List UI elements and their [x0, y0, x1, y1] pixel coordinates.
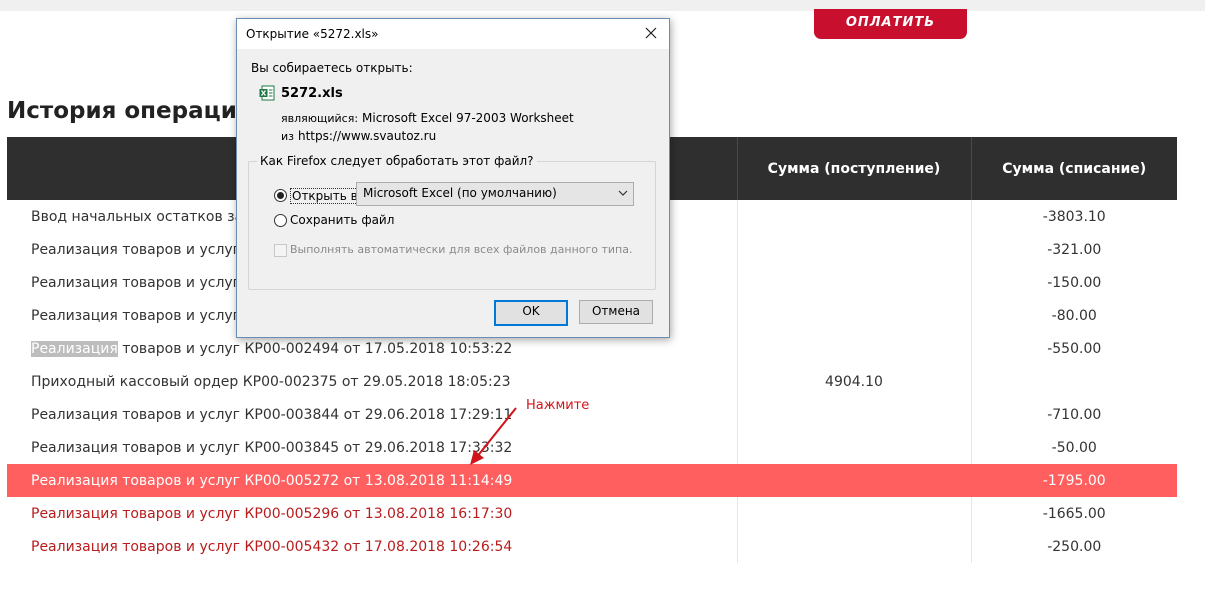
row-expense: -150.00: [970, 266, 1177, 299]
file-source-row: из https://www.svautoz.ru: [281, 129, 436, 143]
row-income: [736, 299, 971, 332]
application-select[interactable]: Microsoft Excel (по умолчанию): [356, 182, 634, 206]
row-income: [736, 266, 971, 299]
column-header-income: Сумма (поступление): [736, 137, 971, 200]
file-type-value: Microsoft Excel 97-2003 Worksheet: [362, 111, 574, 125]
table-row[interactable]: Реализация товаров и услуг КР00-005296 о…: [7, 497, 1177, 530]
page-title: История операций: [7, 98, 253, 124]
row-description: Реализация товаров и услуг КР00-003845 о…: [31, 439, 513, 456]
row-income: [736, 332, 971, 365]
action-group-legend: Как Firefox следует обработать этот файл…: [257, 154, 537, 168]
file-source-label: из: [281, 130, 294, 143]
auto-action-label: Выполнять автоматически для всех файлов …: [290, 243, 633, 256]
row-income: 4904.10: [736, 365, 971, 398]
row-expense: -80.00: [970, 299, 1177, 332]
column-header-expense: Сумма (списание): [970, 137, 1177, 200]
row-income: [736, 200, 971, 233]
table-row[interactable]: Реализация товаров и услуг КР00-005432 о…: [7, 530, 1177, 563]
row-expense: -250.00: [970, 530, 1177, 563]
table-row[interactable]: Реализация товаров и услуг КР00-003844 о…: [7, 398, 1177, 431]
top-bar: [0, 0, 1205, 11]
row-income: [736, 530, 971, 563]
file-source-value: https://www.svautoz.ru: [298, 129, 437, 143]
row-income: [736, 464, 971, 497]
row-description-rest: товаров и услуг КР00-002494 от 17.05.201…: [117, 340, 513, 357]
table-row[interactable]: Приходный кассовый ордер КР00-002375 от …: [7, 365, 1177, 398]
open-with-label[interactable]: Открыть в: [290, 188, 360, 204]
auto-action-checkbox[interactable]: [274, 244, 287, 257]
row-income: [736, 431, 971, 464]
table-row-highlighted[interactable]: Реализация товаров и услуг КР00-005272 о…: [7, 464, 1177, 497]
chevron-down-icon: [618, 190, 628, 196]
row-income: [736, 233, 971, 266]
close-icon[interactable]: [641, 23, 661, 43]
row-expense: -1795.00: [970, 464, 1177, 497]
row-income: [736, 398, 971, 431]
action-group: Как Firefox следует обработать этот файл…: [248, 154, 656, 290]
pay-button[interactable]: ОПЛАТИТЬ: [814, 9, 967, 39]
ok-button[interactable]: OK: [494, 300, 568, 326]
row-description: Приходный кассовый ордер КР00-002375 от …: [31, 373, 511, 390]
save-file-radio[interactable]: [274, 214, 287, 227]
open-with-radio[interactable]: [274, 189, 287, 202]
file-name: 5272.xls: [281, 86, 343, 101]
dialog-titlebar: Открытие «5272.xls»: [237, 19, 669, 49]
callout-text: Нажмите: [526, 398, 590, 413]
row-expense: -50.00: [970, 431, 1177, 464]
selected-text: Реализация: [31, 340, 118, 357]
table-row[interactable]: Реализация товаров и услуг КР00-003845 о…: [7, 431, 1177, 464]
row-expense: -1665.00: [970, 497, 1177, 530]
excel-file-icon: [259, 85, 275, 101]
cancel-button[interactable]: Отмена: [579, 300, 653, 324]
application-select-value: Microsoft Excel (по умолчанию): [363, 186, 557, 200]
dialog-prompt: Вы собираетесь открыть:: [251, 61, 413, 75]
row-expense: -321.00: [970, 233, 1177, 266]
row-expense: [970, 365, 1177, 398]
callout-arrow-icon: [470, 407, 517, 465]
file-type-row: являющийся: Microsoft Excel 97-2003 Works…: [281, 111, 574, 125]
row-expense: -3803.10: [970, 200, 1177, 233]
row-description: Реализация товаров и услуг КР00-003844 о…: [31, 406, 513, 423]
row-description: Реализация товаров и услуг КР00-005296 о…: [31, 505, 513, 522]
dialog-title: Открытие «5272.xls»: [246, 27, 379, 41]
row-description: Реализация товаров и услуг КР00-005272 о…: [7, 464, 737, 497]
row-expense: -710.00: [970, 398, 1177, 431]
row-expense: -550.00: [970, 332, 1177, 365]
row-income: [736, 497, 971, 530]
file-type-label: являющийся:: [281, 112, 359, 125]
open-file-dialog: Открытие «5272.xls» Вы собираетесь откры…: [236, 18, 670, 338]
row-description: Реализация товаров и услуг КР00-005432 о…: [31, 538, 513, 555]
save-file-label[interactable]: Сохранить файл: [290, 213, 394, 227]
